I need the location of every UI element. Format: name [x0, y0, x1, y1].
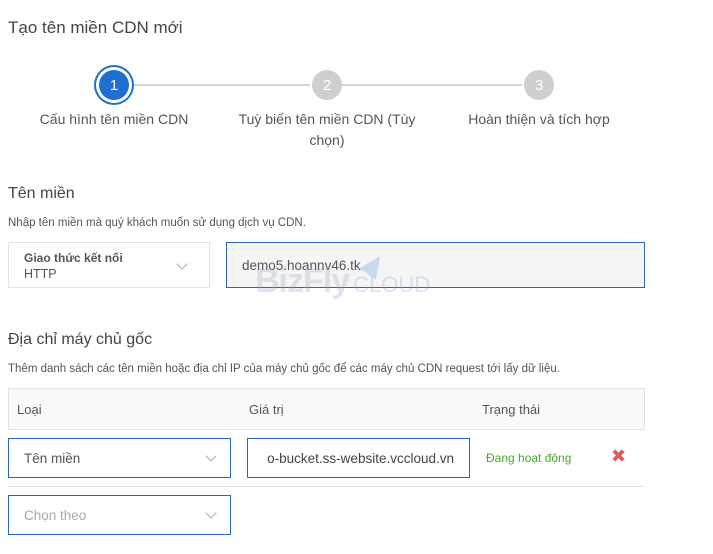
step-2-label: Tuỳ biến tên miền CDN (Tùy chọn) — [238, 111, 416, 148]
chevron-down-icon — [205, 450, 217, 462]
watermark-brand: BizFly — [255, 262, 350, 300]
protocol-label: Giao thức kết nối — [24, 251, 123, 265]
column-header-value: Giá trị — [249, 402, 284, 417]
stepper-line-1 — [130, 84, 310, 86]
step-1-circle[interactable]: 1 — [99, 70, 129, 100]
origin-section-help: Thêm danh sách các tên miền hoặc địa chỉ… — [8, 363, 560, 375]
origin-type-value: Tên miền — [24, 450, 81, 466]
origin-table-header: Loại Giá trị Trạng thái — [8, 388, 645, 430]
domain-section-title: Tên miền — [8, 185, 75, 202]
step-3-circle[interactable]: 3 — [524, 70, 554, 100]
column-header-type: Loại — [17, 402, 42, 417]
page-title: Tạo tên miền CDN mới — [8, 18, 183, 37]
chevron-down-icon — [176, 258, 188, 270]
origin-section-title: Địa chỉ máy chủ gốc — [8, 331, 153, 348]
origin-type-select[interactable]: Tên miền — [8, 438, 231, 478]
status-badge: Đang hoạt động — [486, 451, 572, 465]
row-divider — [8, 486, 645, 487]
step-1-label: Cấu hình tên miền CDN — [39, 111, 189, 127]
stepper-line-2 — [342, 84, 522, 86]
column-header-status: Trạng thái — [482, 402, 541, 417]
step-3-label: Hoàn thiện và tích hợp — [468, 111, 610, 127]
protocol-select[interactable]: Giao thức kết nối HTTP — [8, 242, 210, 288]
protocol-value: HTTP — [24, 267, 57, 281]
new-origin-type-select[interactable]: Chọn theo — [8, 495, 231, 535]
watermark-suffix: CLOUD — [353, 272, 431, 297]
domain-section-help: Nhập tên miền mà quý khách muốn sử dụng … — [8, 217, 306, 229]
new-origin-type-placeholder: Chọn theo — [24, 507, 87, 523]
chevron-down-icon — [205, 507, 217, 519]
origin-value-text: o-bucket.ss-website.vccloud.vn — [267, 450, 454, 466]
bizfly-cloud-watermark: BizFly CLOUD — [255, 262, 430, 301]
origin-value-input[interactable]: o-bucket.ss-website.vccloud.vn — [247, 438, 470, 478]
step-2-circle[interactable]: 2 — [312, 70, 342, 100]
delete-row-icon[interactable]: ✖ — [611, 446, 626, 467]
